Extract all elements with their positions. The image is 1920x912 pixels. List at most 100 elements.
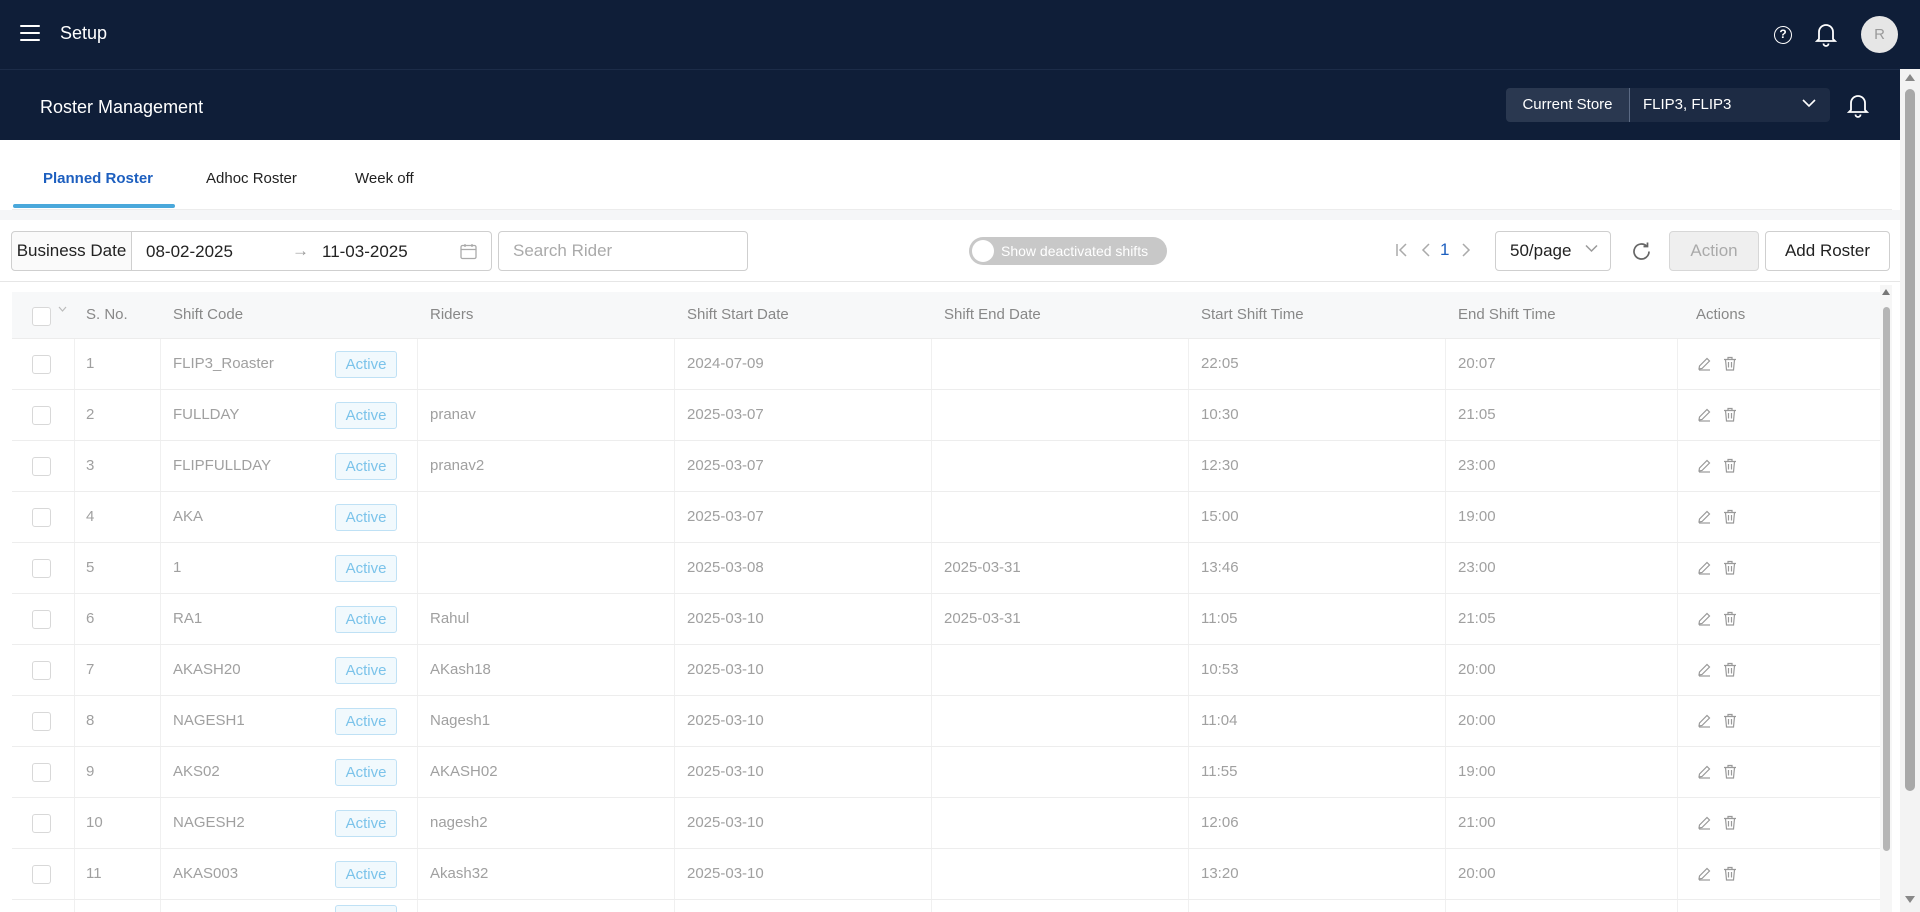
delete-icon[interactable] — [1723, 662, 1737, 682]
date-range-picker[interactable]: 08-02-2025 → 11-03-2025 — [131, 231, 492, 271]
cell-code: NAGESH1 — [173, 712, 245, 729]
row-checkbox[interactable] — [32, 355, 51, 374]
table-row[interactable]: 9 AKS02 AKASH02 2025-03-10 11:55 19:00 Active — [12, 747, 1882, 798]
chevron-down-icon — [1585, 244, 1598, 253]
delete-icon[interactable] — [1723, 560, 1737, 580]
tab-planned-roster[interactable]: Planned Roster — [43, 170, 153, 187]
date-from[interactable]: 08-02-2025 — [146, 242, 233, 262]
store-select[interactable]: FLIP3, FLIP3 — [1629, 88, 1830, 122]
cell-sno: 3 — [86, 457, 95, 474]
row-checkbox[interactable] — [32, 712, 51, 731]
prev-page-icon[interactable] — [1420, 242, 1432, 258]
help-icon[interactable]: ? — [1774, 26, 1792, 44]
table-row[interactable]: 11 AKAS003 Akash32 2025-03-10 13:20 20:00 Acti… — [12, 849, 1882, 900]
cell-code: FULLDAY — [173, 406, 240, 423]
row-checkbox[interactable] — [32, 610, 51, 629]
row-checkbox[interactable] — [32, 508, 51, 527]
status-badge: Active — [335, 708, 397, 735]
table-row[interactable]: 6 RA1 Rahul 2025-03-10 2025-03-31 11:05 21:05 A… — [12, 594, 1882, 645]
cell-code: AKASH20 — [173, 661, 241, 678]
scroll-up-icon[interactable] — [1904, 73, 1916, 82]
table-row[interactable]: 4 AKA 2025-03-07 15:00 19:00 Active — [12, 492, 1882, 543]
cell-riders: Nagesh1 — [430, 712, 491, 729]
row-checkbox[interactable] — [32, 865, 51, 884]
cell-start-date: 2025-03-10 — [687, 865, 764, 882]
table-row[interactable]: 1 FLIP3_Roaster 2024-07-09 22:05 20:07 Active — [12, 339, 1882, 390]
add-roster-button[interactable]: Add Roster — [1765, 231, 1890, 271]
delete-icon[interactable] — [1723, 611, 1737, 631]
table-row[interactable]: 2 FULLDAY pranav 2025-03-07 10:30 21:05 Active — [12, 390, 1882, 441]
avatar[interactable]: R — [1861, 16, 1898, 53]
toggle-knob — [972, 240, 994, 262]
row-checkbox[interactable] — [32, 661, 51, 680]
cell-sno: 10 — [86, 814, 103, 831]
status-badge: Active — [335, 759, 397, 786]
select-all-checkbox[interactable] — [32, 307, 51, 326]
table-row[interactable]: 10 NAGESH2 nagesh2 2025-03-10 12:06 21:00 Acti… — [12, 798, 1882, 849]
table-row[interactable]: 5 1 2025-03-08 2025-03-31 13:46 23:00 Active — [12, 543, 1882, 594]
edit-icon[interactable] — [1697, 560, 1712, 580]
show-deactivated-toggle[interactable]: Show deactivated shifts — [969, 237, 1167, 265]
status-badge: Active — [335, 606, 397, 633]
edit-icon[interactable] — [1697, 866, 1712, 886]
edit-icon[interactable] — [1697, 662, 1712, 682]
delete-icon[interactable] — [1723, 356, 1737, 376]
app-title: Setup — [60, 23, 108, 43]
column-header: Actions — [1696, 306, 1746, 323]
page-scrollbar[interactable] — [1900, 69, 1920, 912]
delete-icon[interactable] — [1723, 815, 1737, 835]
hamburger-icon[interactable] — [20, 25, 40, 43]
column-header: Shift End Date — [944, 306, 1041, 323]
current-page-number[interactable]: 1 — [1440, 240, 1449, 260]
table-scrollbar[interactable] — [1880, 285, 1892, 912]
divider — [0, 281, 1900, 282]
chevron-down-icon[interactable] — [58, 306, 67, 312]
action-button[interactable]: Action — [1669, 231, 1759, 271]
refresh-icon[interactable] — [1631, 241, 1652, 262]
cell-riders: pranav2 — [430, 457, 485, 474]
first-page-icon[interactable] — [1395, 242, 1409, 258]
cell-end-time: 20:00 — [1458, 661, 1496, 678]
date-to[interactable]: 11-03-2025 — [322, 242, 408, 262]
edit-icon[interactable] — [1697, 356, 1712, 376]
edit-icon[interactable] — [1697, 611, 1712, 631]
delete-icon[interactable] — [1723, 866, 1737, 886]
tab-adhoc-roster[interactable]: Adhoc Roster — [206, 170, 297, 187]
edit-icon[interactable] — [1697, 815, 1712, 835]
page-size-select[interactable]: 50/page — [1495, 231, 1611, 271]
delete-icon[interactable] — [1723, 407, 1737, 427]
row-checkbox[interactable] — [32, 457, 51, 476]
delete-icon[interactable] — [1723, 764, 1737, 784]
tab-week-off[interactable]: Week off — [355, 170, 414, 187]
scroll-up-icon[interactable] — [1881, 288, 1891, 296]
row-checkbox[interactable] — [32, 814, 51, 833]
next-page-icon[interactable] — [1460, 242, 1472, 258]
cell-sno: 6 — [86, 610, 95, 627]
cell-code: 1 — [173, 559, 182, 576]
table-scroll-thumb[interactable] — [1883, 307, 1890, 851]
edit-icon[interactable] — [1697, 407, 1712, 427]
row-checkbox[interactable] — [32, 763, 51, 782]
table-row[interactable]: 3 FLIPFULLDAY pranav2 2025-03-07 12:30 23:00 A… — [12, 441, 1882, 492]
edit-icon[interactable] — [1697, 764, 1712, 784]
cell-code: FLIP3_Roaster — [173, 355, 274, 372]
edit-icon[interactable] — [1697, 458, 1712, 478]
scroll-down-icon[interactable] — [1904, 895, 1916, 904]
search-rider-input[interactable]: Search Rider — [498, 231, 748, 271]
page-scroll-thumb[interactable] — [1905, 89, 1915, 791]
app-header: Setup ? R — [0, 0, 1920, 69]
table-row[interactable]: 7 AKASH20 AKash18 2025-03-10 10:53 20:00 Activ… — [12, 645, 1882, 696]
bell-icon[interactable] — [1815, 21, 1837, 47]
row-checkbox[interactable] — [32, 559, 51, 578]
delete-icon[interactable] — [1723, 713, 1737, 733]
delete-icon[interactable] — [1723, 509, 1737, 529]
cell-start-time: 11:55 — [1201, 763, 1238, 780]
cell-sno: 11 — [86, 865, 102, 882]
bell-icon[interactable] — [1847, 92, 1869, 118]
edit-icon[interactable] — [1697, 713, 1712, 733]
status-badge: Active — [335, 861, 397, 888]
row-checkbox[interactable] — [32, 406, 51, 425]
delete-icon[interactable] — [1723, 458, 1737, 478]
edit-icon[interactable] — [1697, 509, 1712, 529]
table-row[interactable]: 8 NAGESH1 Nagesh1 2025-03-10 11:04 20:00 Activ… — [12, 696, 1882, 747]
